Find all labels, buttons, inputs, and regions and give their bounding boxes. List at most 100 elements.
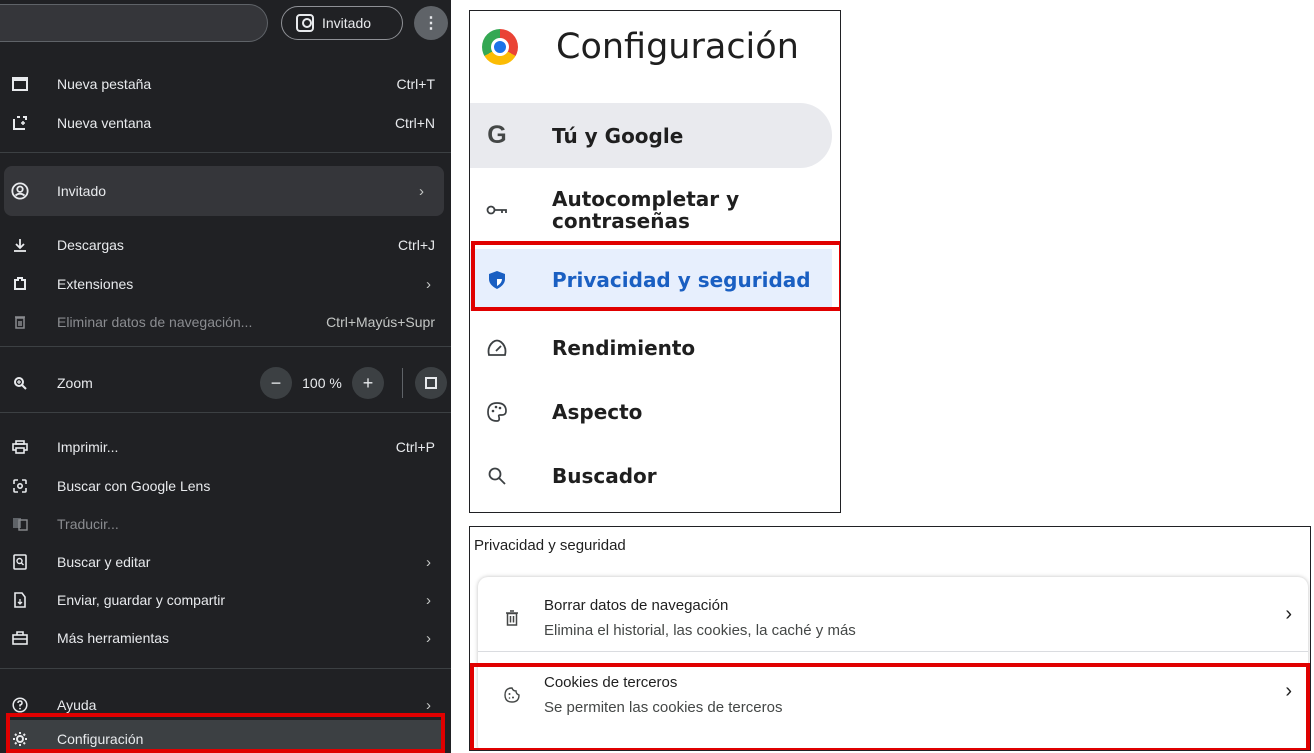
trash-icon <box>11 313 29 331</box>
search-icon <box>484 463 510 489</box>
menu-item-guest-profile[interactable]: Invitado › <box>4 166 444 216</box>
menu-item-translate[interactable]: Traducir... <box>0 505 451 543</box>
privacy-card: Borrar datos de navegación Elimina el hi… <box>478 577 1308 750</box>
row-title: Borrar datos de navegación <box>544 597 729 614</box>
row-third-party-cookies[interactable]: Cookies de terceros Se permiten las cook… <box>478 662 1308 727</box>
more-menu-button[interactable]: ⋮ <box>414 6 448 40</box>
settings-sidebar: Configuración G Tú y Google Autocompleta… <box>469 10 841 513</box>
menu-item-label: Nueva pestaña <box>57 76 152 92</box>
zoom-controls: − 100 % + <box>260 364 451 402</box>
google-lens-icon <box>11 477 29 495</box>
menu-divider <box>0 412 451 413</box>
sidebar-item-label: Rendimiento <box>552 336 696 360</box>
browser-toolbar: Invitado ⋮ <box>0 0 451 48</box>
menu-item-new-window[interactable]: Nueva ventana Ctrl+N <box>0 104 451 142</box>
chevron-right-icon: › <box>426 696 431 714</box>
chevron-right-icon: › <box>426 553 431 571</box>
zoom-level: 100 % <box>302 375 342 391</box>
tools-icon <box>11 629 29 647</box>
palette-icon <box>484 399 510 425</box>
menu-item-find-edit[interactable]: Buscar y editar › <box>0 543 451 581</box>
zoom-divider <box>402 368 403 398</box>
row-clear-browsing-data[interactable]: Borrar datos de navegación Elimina el hi… <box>478 585 1308 650</box>
menu-item-label: Invitado <box>57 183 107 199</box>
menu-item-label: Ayuda <box>57 697 97 713</box>
menu-item-help[interactable]: Ayuda › <box>0 686 451 724</box>
menu-item-label: Extensiones <box>57 276 134 292</box>
menu-item-shortcut: Ctrl+P <box>395 439 435 455</box>
menu-item-new-tab[interactable]: Nueva pestaña Ctrl+T <box>0 65 451 103</box>
sidebar-item-search-engine[interactable]: Buscador <box>470 445 832 507</box>
new-tab-icon <box>11 75 29 93</box>
menu-item-label: Configuración <box>57 731 144 747</box>
menu-item-share[interactable]: Enviar, guardar y compartir › <box>0 581 451 619</box>
menu-divider <box>0 152 451 153</box>
chrome-menu: Invitado ⋮ Nueva pestaña Ctrl+T Nueva ve… <box>0 0 451 753</box>
menu-item-label: Más herramientas <box>57 630 170 646</box>
menu-item-label: Descargas <box>57 237 124 253</box>
menu-item-shortcut: Ctrl+Mayús+Supr <box>326 314 435 330</box>
menu-item-clear-browsing-data[interactable]: Eliminar datos de navegación... Ctrl+May… <box>0 303 451 341</box>
chevron-right-icon: › <box>1285 680 1292 702</box>
shield-icon <box>484 267 510 293</box>
menu-item-downloads[interactable]: Descargas Ctrl+J <box>0 226 451 264</box>
menu-item-shortcut: Ctrl+J <box>398 237 435 253</box>
translate-icon <box>11 515 29 533</box>
chevron-right-icon: › <box>426 629 431 647</box>
sidebar-item-you-and-google[interactable]: G Tú y Google <box>470 103 832 168</box>
row-title: Cookies de terceros <box>544 674 678 691</box>
sidebar-item-label: Autocompletar y contraseñas <box>552 187 740 233</box>
sidebar-item-label: Buscador <box>552 464 657 488</box>
profile-chip-label: Invitado <box>322 15 372 31</box>
print-icon <box>11 438 29 456</box>
menu-item-google-lens[interactable]: Buscar con Google Lens <box>0 467 451 505</box>
menu-item-label: Zoom <box>57 375 93 391</box>
menu-item-more-tools[interactable]: Más herramientas › <box>0 619 451 657</box>
menu-item-extensions[interactable]: Extensiones › <box>0 265 451 303</box>
section-heading: Privacidad y seguridad <box>474 537 626 554</box>
menu-item-label: Eliminar datos de navegación... <box>57 314 253 330</box>
settings-gear-icon <box>11 730 29 748</box>
zoom-icon <box>11 374 29 392</box>
menu-item-shortcut: Ctrl+T <box>396 76 436 92</box>
privacy-section: Privacidad y seguridad Borrar datos de n… <box>469 526 1311 751</box>
profile-chip[interactable]: Invitado <box>281 6 403 40</box>
address-bar[interactable] <box>0 4 268 42</box>
zoom-in-button[interactable]: + <box>352 367 384 399</box>
menu-item-label: Nueva ventana <box>57 115 152 131</box>
fullscreen-icon <box>425 377 437 389</box>
share-icon <box>11 591 29 609</box>
page-title: Configuración <box>556 27 799 67</box>
row-divider <box>478 651 1308 652</box>
speedometer-icon <box>484 335 510 361</box>
menu-item-settings[interactable]: Configuración <box>7 720 444 753</box>
chevron-right-icon: › <box>1285 603 1292 625</box>
row-subtitle: Se permiten las cookies de terceros <box>544 699 783 716</box>
new-window-icon <box>11 114 29 132</box>
google-g-icon: G <box>487 121 507 149</box>
menu-item-shortcut: Ctrl+N <box>394 115 435 131</box>
key-icon <box>484 197 510 223</box>
chevron-right-icon: › <box>419 182 424 200</box>
zoom-out-button[interactable]: − <box>260 367 292 399</box>
guest-profile-icon <box>296 14 314 32</box>
menu-item-print[interactable]: Imprimir... Ctrl+P <box>0 428 451 466</box>
menu-item-label: Enviar, guardar y compartir <box>57 592 226 608</box>
menu-item-label: Buscar y editar <box>57 554 151 570</box>
trash-icon <box>501 607 523 629</box>
menu-item-zoom: Zoom − 100 % + <box>0 364 451 402</box>
chrome-logo-icon <box>482 29 518 65</box>
sidebar-item-label: Privacidad y seguridad <box>552 268 811 292</box>
download-icon <box>11 236 29 254</box>
menu-divider <box>0 668 451 669</box>
sidebar-item-performance[interactable]: Rendimiento <box>470 317 832 379</box>
row-subtitle: Elimina el historial, las cookies, la ca… <box>544 622 856 639</box>
sidebar-item-privacy[interactable]: Privacidad y seguridad <box>470 249 832 311</box>
guest-profile-icon <box>11 182 29 200</box>
sidebar-item-autofill[interactable]: Autocompletar y contraseñas <box>470 175 832 245</box>
fullscreen-button[interactable] <box>415 367 447 399</box>
menu-divider <box>0 346 451 347</box>
help-icon <box>11 696 29 714</box>
sidebar-item-label: Aspecto <box>552 400 643 424</box>
sidebar-item-appearance[interactable]: Aspecto <box>470 381 832 443</box>
